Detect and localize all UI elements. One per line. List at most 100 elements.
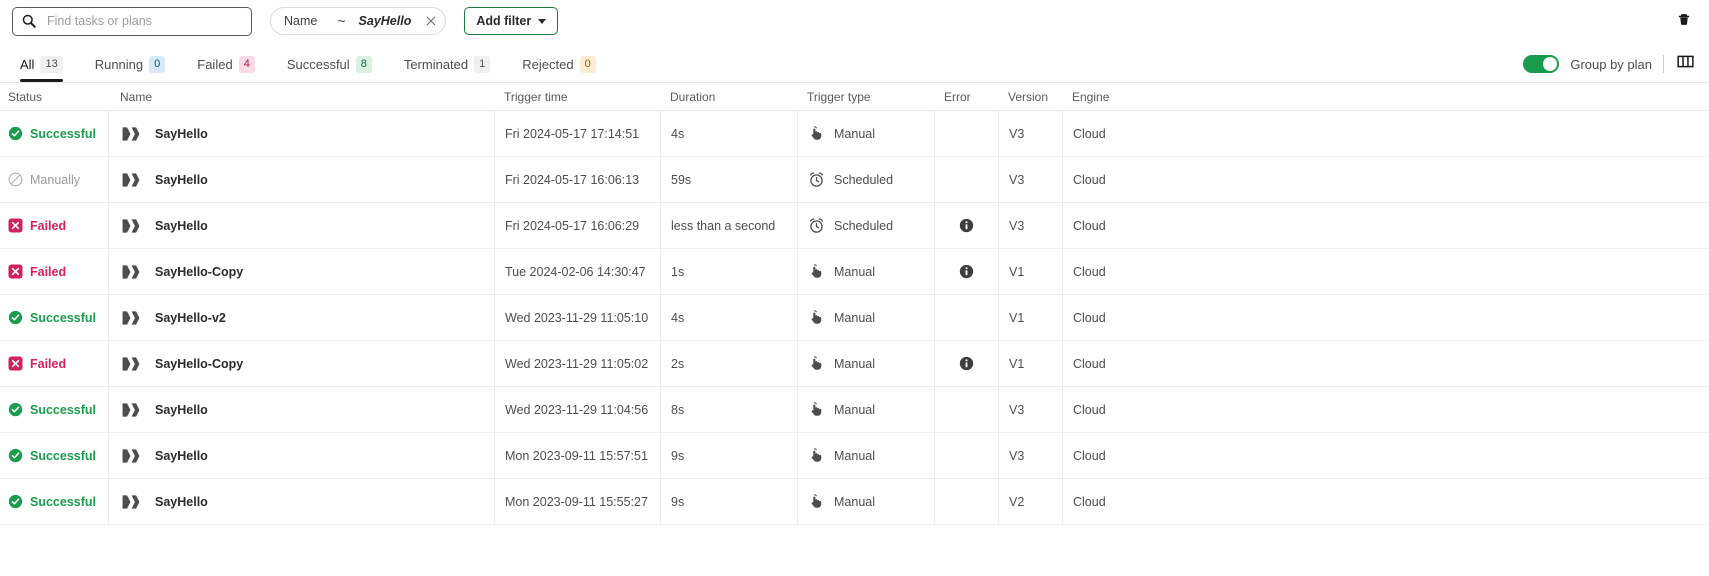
cell-duration: 9s <box>660 433 797 478</box>
group-by-plan-toggle[interactable] <box>1523 55 1560 73</box>
cell-status: Manually <box>0 157 108 202</box>
table-row[interactable]: Successful SayHello Wed 2023-11-29 11:04:5… <box>0 387 1709 433</box>
cell-name[interactable]: SayHello <box>108 433 494 478</box>
delete-button[interactable] <box>1673 10 1695 32</box>
cell-trigger-type: Manual <box>797 433 934 478</box>
tab-failed[interactable]: Failed 4 <box>181 56 271 82</box>
plan-task-icon <box>122 172 140 187</box>
hand-pointer-icon <box>811 264 822 278</box>
table-row[interactable]: Manually SayHello Fri 2024-05-17 16:06:13 5… <box>0 157 1709 203</box>
cell-trigger-type: Scheduled <box>797 157 934 202</box>
cell-name[interactable]: SayHello <box>108 157 494 202</box>
cell-error <box>934 433 998 478</box>
cell-engine: Cloud <box>1062 433 1709 478</box>
status-tabs-bar: All 13 Running 0 Failed 4 Successful 8 T… <box>0 42 1709 83</box>
trash-icon <box>1675 10 1693 33</box>
hand-pointer-icon <box>811 494 822 508</box>
cell-trigger-type: Manual <box>797 111 934 156</box>
cell-error[interactable] <box>934 341 998 386</box>
filter-pill-name[interactable]: Name ~ SayHello <box>270 7 447 35</box>
trigger-type-label: Manual <box>834 448 875 463</box>
cell-status: Successful <box>0 387 108 432</box>
cell-version: V3 <box>998 111 1062 156</box>
tab-all[interactable]: All 13 <box>12 56 79 82</box>
trigger-type-label: Manual <box>834 494 875 509</box>
cell-trigger-time: Fri 2024-05-17 16:06:13 <box>494 157 660 202</box>
cell-name[interactable]: SayHello <box>108 387 494 432</box>
tab-terminated-count: 1 <box>474 56 491 73</box>
plan-task-icon <box>122 448 140 463</box>
failed-x-icon <box>8 264 23 279</box>
table-row[interactable]: Failed SayHello-Copy Tue 2024-02-06 14:30:… <box>0 249 1709 295</box>
table-row[interactable]: Failed SayHello-Copy Wed 2023-11-29 11:05:… <box>0 341 1709 387</box>
chevron-down-icon <box>538 19 547 24</box>
cell-version: V3 <box>998 203 1062 248</box>
search-input[interactable] <box>45 13 251 29</box>
column-header-name: Name <box>120 89 153 104</box>
tasks-table: Status Name Trigger time Duration Trigge… <box>0 83 1709 525</box>
cell-name[interactable]: SayHello <box>108 111 494 156</box>
tab-rejected[interactable]: Rejected 0 <box>506 56 611 82</box>
cell-engine: Cloud <box>1062 249 1709 294</box>
cell-error[interactable] <box>934 249 998 294</box>
plan-task-icon <box>122 494 140 509</box>
column-settings-button[interactable] <box>1675 54 1695 74</box>
cell-status: Successful <box>0 479 108 524</box>
table-row[interactable]: Failed SayHello Fri 2024-05-17 16:06:29 les… <box>0 203 1709 249</box>
cell-name[interactable]: SayHello <box>108 479 494 524</box>
cell-error[interactable] <box>934 203 998 248</box>
error-info-icon <box>959 356 974 371</box>
cell-trigger-time: Wed 2023-11-29 11:04:56 <box>494 387 660 432</box>
column-header-error: Error <box>944 89 971 104</box>
tab-successful[interactable]: Successful 8 <box>271 56 388 82</box>
table-row[interactable]: Successful SayHello Mon 2023-09-11 15:57:5… <box>0 433 1709 479</box>
search-box[interactable] <box>12 6 252 36</box>
cell-version: V1 <box>998 295 1062 340</box>
cell-name[interactable]: SayHello-v2 <box>108 295 494 340</box>
column-header-duration: Duration <box>670 89 716 104</box>
cell-status: Failed <box>0 203 108 248</box>
cell-trigger-type: Scheduled <box>797 203 934 248</box>
tab-terminated[interactable]: Terminated 1 <box>388 56 506 82</box>
cell-status: Successful <box>0 111 108 156</box>
hand-pointer-icon <box>811 126 822 140</box>
status-label: Successful <box>30 402 97 417</box>
alarm-clock-icon <box>810 218 823 233</box>
cell-duration: 8s <box>660 387 797 432</box>
add-filter-button[interactable]: Add filter <box>464 7 559 35</box>
cell-name[interactable]: SayHello-Copy <box>108 249 494 294</box>
status-label: Successful <box>30 310 97 325</box>
status-label: Successful <box>30 448 97 463</box>
cell-duration: less than a second <box>660 203 797 248</box>
hand-pointer-icon <box>811 356 822 370</box>
tab-successful-count: 8 <box>355 56 372 73</box>
failed-x-icon <box>8 356 23 371</box>
task-name-label: SayHello-Copy <box>155 264 244 279</box>
table-row[interactable]: Successful SayHello-v2 Wed 2023-11-29 11:0… <box>0 295 1709 341</box>
filter-pill-operator: ~ <box>337 13 346 29</box>
cell-trigger-time: Wed 2023-11-29 11:05:10 <box>494 295 660 340</box>
view-controls: Group by plan <box>1523 54 1695 74</box>
table-header-row: Status Name Trigger time Duration Trigge… <box>0 83 1709 111</box>
cell-duration: 9s <box>660 479 797 524</box>
cell-engine: Cloud <box>1062 157 1709 202</box>
cell-name[interactable]: SayHello <box>108 203 494 248</box>
alarm-clock-icon <box>810 172 823 187</box>
success-check-icon <box>8 494 23 509</box>
status-label: Successful <box>30 126 97 141</box>
task-name-label: SayHello <box>155 448 208 463</box>
columns-icon <box>1676 53 1694 75</box>
cell-error <box>934 111 998 156</box>
status-label: Failed <box>30 218 67 233</box>
close-icon[interactable] <box>421 8 441 34</box>
table-row[interactable]: Successful SayHello Fri 2024-05-17 17:14:5… <box>0 111 1709 157</box>
cell-name[interactable]: SayHello-Copy <box>108 341 494 386</box>
task-name-label: SayHello <box>155 494 208 509</box>
tab-running[interactable]: Running 0 <box>79 56 182 82</box>
manually-blocked-icon <box>8 172 23 187</box>
table-row[interactable]: Successful SayHello Mon 2023-09-11 15:55:2… <box>0 479 1709 525</box>
toggle-knob <box>1543 57 1558 71</box>
cell-duration: 4s <box>660 111 797 156</box>
status-label: Manually <box>30 172 81 187</box>
failed-x-icon <box>8 218 23 233</box>
